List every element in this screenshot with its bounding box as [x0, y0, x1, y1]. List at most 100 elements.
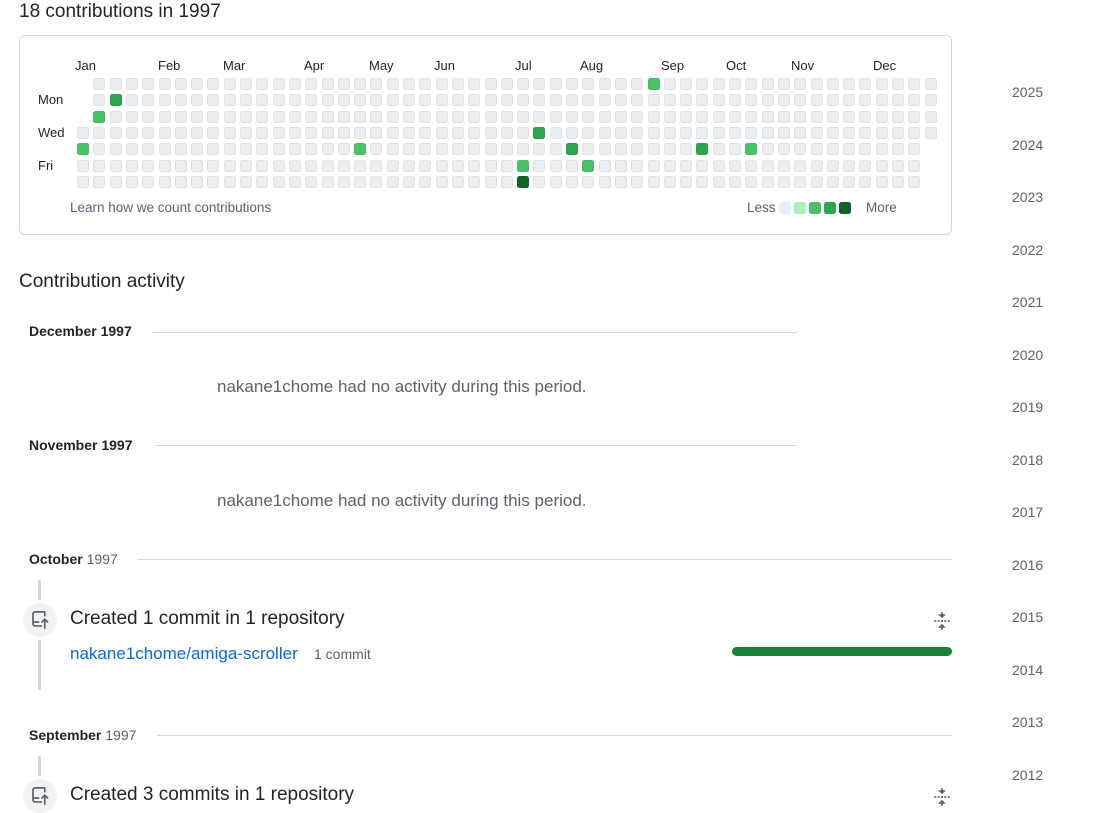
contribution-day-cell[interactable]	[207, 143, 220, 156]
learn-how-we-count-link[interactable]: Learn how we count contributions	[70, 200, 271, 215]
contribution-day-cell[interactable]	[223, 143, 236, 156]
contribution-day-cell[interactable]	[337, 143, 350, 156]
contribution-day-cell[interactable]	[93, 143, 106, 156]
contribution-day-cell[interactable]	[93, 78, 106, 90]
contribution-day-cell[interactable]	[500, 78, 513, 90]
contribution-day-cell[interactable]	[337, 175, 350, 188]
contribution-day-cell[interactable]	[729, 94, 741, 107]
contribution-day-cell[interactable]	[256, 126, 269, 139]
contribution-day-cell[interactable]	[174, 143, 187, 156]
contribution-day-cell[interactable]	[517, 159, 530, 172]
contribution-day-cell[interactable]	[875, 175, 888, 188]
contribution-day-cell[interactable]	[484, 143, 497, 156]
contribution-day-cell[interactable]	[533, 126, 546, 139]
contribution-day-cell[interactable]	[696, 126, 709, 139]
contribution-day-cell[interactable]	[419, 159, 432, 172]
contribution-day-cell[interactable]	[288, 110, 301, 123]
contribution-day-cell[interactable]	[859, 159, 872, 172]
contribution-day-cell[interactable]	[288, 126, 301, 139]
contribution-day-cell[interactable]	[337, 94, 350, 107]
contribution-day-cell[interactable]	[256, 110, 269, 123]
contribution-day-cell[interactable]	[288, 159, 301, 172]
contribution-day-cell[interactable]	[191, 143, 204, 156]
contribution-day-cell[interactable]	[386, 175, 399, 188]
contribution-day-cell[interactable]	[109, 126, 122, 139]
contribution-day-cell[interactable]	[191, 159, 204, 172]
contribution-day-cell[interactable]	[533, 94, 546, 107]
contribution-day-cell[interactable]	[745, 110, 758, 123]
contribution-day-cell[interactable]	[729, 110, 741, 123]
contribution-day-cell[interactable]	[582, 175, 595, 188]
contribution-day-cell[interactable]	[125, 94, 138, 107]
contribution-day-cell[interactable]	[305, 175, 318, 188]
contribution-day-cell[interactable]	[93, 159, 106, 172]
contribution-day-cell[interactable]	[158, 175, 171, 188]
contribution-day-cell[interactable]	[500, 143, 513, 156]
contribution-day-cell[interactable]	[272, 110, 285, 123]
contribution-day-cell[interactable]	[533, 78, 546, 90]
contribution-day-cell[interactable]	[794, 110, 807, 123]
contribution-day-cell[interactable]	[517, 110, 530, 123]
contribution-day-cell[interactable]	[288, 94, 301, 107]
contribution-day-cell[interactable]	[125, 175, 138, 188]
contribution-day-cell[interactable]	[843, 175, 856, 188]
contribution-day-cell[interactable]	[859, 143, 872, 156]
year-link-2013[interactable]: 2013	[1012, 714, 1043, 730]
contribution-day-cell[interactable]	[354, 126, 367, 139]
contribution-day-cell[interactable]	[370, 175, 383, 188]
contribution-day-cell[interactable]	[843, 78, 856, 90]
year-link-2016[interactable]: 2016	[1012, 557, 1043, 573]
year-link-2018[interactable]: 2018	[1012, 452, 1043, 468]
contribution-day-cell[interactable]	[370, 126, 383, 139]
contribution-day-cell[interactable]	[614, 175, 627, 188]
contribution-day-cell[interactable]	[647, 143, 660, 156]
contribution-day-cell[interactable]	[403, 126, 415, 139]
contribution-day-cell[interactable]	[859, 94, 872, 107]
contribution-day-cell[interactable]	[549, 175, 562, 188]
contribution-day-cell[interactable]	[370, 143, 383, 156]
contribution-day-cell[interactable]	[223, 126, 236, 139]
contribution-day-cell[interactable]	[305, 78, 318, 90]
contribution-day-cell[interactable]	[680, 94, 693, 107]
contribution-day-cell[interactable]	[354, 94, 367, 107]
contribution-day-cell[interactable]	[566, 175, 578, 188]
contribution-day-cell[interactable]	[794, 78, 807, 90]
contribution-day-cell[interactable]	[272, 94, 285, 107]
contribution-day-cell[interactable]	[826, 126, 839, 139]
contribution-day-cell[interactable]	[533, 175, 546, 188]
contribution-day-cell[interactable]	[354, 175, 367, 188]
contribution-day-cell[interactable]	[517, 78, 530, 90]
contribution-day-cell[interactable]	[468, 159, 481, 172]
contribution-day-cell[interactable]	[174, 110, 187, 123]
contribution-day-cell[interactable]	[598, 175, 611, 188]
year-link-2014[interactable]: 2014	[1012, 662, 1043, 678]
contribution-day-cell[interactable]	[875, 94, 888, 107]
contribution-day-cell[interactable]	[370, 159, 383, 172]
contribution-day-cell[interactable]	[892, 159, 904, 172]
contribution-day-cell[interactable]	[892, 94, 904, 107]
contribution-day-cell[interactable]	[794, 175, 807, 188]
contribution-day-cell[interactable]	[859, 78, 872, 90]
contribution-day-cell[interactable]	[729, 159, 741, 172]
contribution-day-cell[interactable]	[142, 143, 155, 156]
contribution-day-cell[interactable]	[386, 78, 399, 90]
repo-link[interactable]: nakane1chome/amiga-scroller	[70, 644, 298, 664]
contribution-day-cell[interactable]	[566, 110, 578, 123]
contribution-day-cell[interactable]	[191, 126, 204, 139]
contribution-day-cell[interactable]	[93, 94, 106, 107]
contribution-day-cell[interactable]	[321, 143, 334, 156]
contribution-day-cell[interactable]	[419, 143, 432, 156]
contribution-day-cell[interactable]	[647, 78, 660, 90]
contribution-day-cell[interactable]	[419, 78, 432, 90]
contribution-day-cell[interactable]	[223, 78, 236, 90]
contribution-day-cell[interactable]	[908, 78, 921, 90]
contribution-day-cell[interactable]	[745, 175, 758, 188]
contribution-day-cell[interactable]	[680, 175, 693, 188]
contribution-day-cell[interactable]	[566, 78, 578, 90]
contribution-day-cell[interactable]	[614, 110, 627, 123]
contribution-day-cell[interactable]	[125, 126, 138, 139]
contribution-day-cell[interactable]	[598, 94, 611, 107]
contribution-day-cell[interactable]	[500, 159, 513, 172]
contribution-day-cell[interactable]	[77, 126, 89, 139]
contribution-day-cell[interactable]	[566, 159, 578, 172]
